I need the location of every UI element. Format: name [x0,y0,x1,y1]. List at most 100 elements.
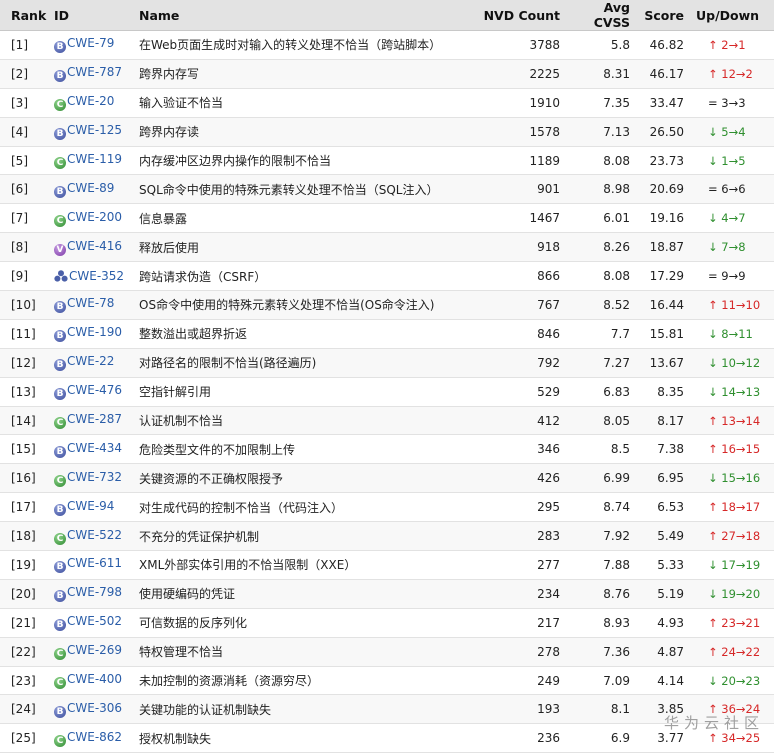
rank-change: ↑ 13→14 [708,413,761,428]
name-cell: 关键功能的认证机制缺失 [132,694,468,725]
class-weakness-icon: C [54,99,66,112]
table-row: [10] B CWE-78 OS命令中使用的特殊元素转义处理不恰当(OS命令注入) 76… [0,290,774,320]
cwe-id-link[interactable]: CWE-190 [67,325,122,339]
score-cell: 3.85 [638,694,690,725]
table-row: [13] B CWE-476 空指针解引用 529 6.83 8.35 ↓ 14→13 [0,377,774,407]
header-nvd-count[interactable]: NVD Count [468,0,566,31]
score-cell: 3.77 [638,723,690,753]
table-row: [24] B CWE-306 关键功能的认证机制缺失 193 8.1 3.85 ↑ 36→24 [0,694,774,725]
cwe-id-link[interactable]: CWE-787 [67,65,122,79]
name-cell: 空指针解引用 [132,377,468,407]
header-avg-cvss[interactable]: Avg CVSS [566,0,638,31]
header-up-down[interactable]: Up/Down [690,0,774,31]
cwe-id-link[interactable]: CWE-352 [69,269,124,283]
rank-cell: [23] [0,666,50,696]
cwe-id-cell: C CWE-119 [50,146,132,176]
name-cell: 在Web页面生成时对输入的转义处理不恰当（跨站脚本） [132,30,468,60]
rank-change: ↑ 12→2 [708,66,753,81]
score-cell: 5.19 [638,579,690,609]
cwe-id-link[interactable]: CWE-78 [67,296,114,310]
nvd-count-cell: 846 [468,319,566,349]
class-weakness-icon: C [54,677,66,690]
cwe-id-link[interactable]: CWE-269 [67,643,122,657]
rank-cell: [9] [0,261,50,292]
table-row: [16] C CWE-732 关键资源的不正确权限授予 426 6.99 6.95 ↓ 15→… [0,463,774,494]
cwe-id-link[interactable]: CWE-522 [67,528,122,542]
header-rank[interactable]: Rank [0,0,50,31]
base-weakness-icon: B [54,185,66,198]
rank-change: ↑ 2→1 [708,37,746,52]
rank-change: ↓ 19→20 [708,586,761,601]
cwe-id-link[interactable]: CWE-20 [67,94,114,108]
cwe-id-link[interactable]: CWE-862 [67,730,122,744]
header-id[interactable]: ID [50,0,132,31]
name-cell: OS命令中使用的特殊元素转义处理不恰当(OS命令注入) [132,290,468,320]
up-down-cell: ↑ 13→14 [690,406,774,436]
cwe-id-link[interactable]: CWE-125 [67,123,122,137]
cwe-id-link[interactable]: CWE-287 [67,412,122,426]
header-name[interactable]: Name [132,0,468,31]
cwe-id-link[interactable]: CWE-476 [67,383,122,397]
score-cell: 13.67 [638,348,690,378]
score-cell: 8.35 [638,377,690,407]
up-down-cell: ↓ 19→20 [690,579,774,609]
cwe-id-link[interactable]: CWE-611 [67,556,122,570]
cwe-id-link[interactable]: CWE-22 [67,354,114,368]
rank-change: ↓ 14→13 [708,384,761,399]
nvd-count-cell: 1189 [468,146,566,176]
cwe-id-cell: B CWE-476 [50,377,132,407]
cwe-id-link[interactable]: CWE-79 [67,36,114,50]
nvd-count-cell: 217 [468,608,566,638]
table-row: [25] C CWE-862 授权机制缺失 236 6.9 3.77 ↑ 34→25 [0,723,774,753]
base-weakness-icon: B [54,330,66,343]
cwe-id-link[interactable]: CWE-119 [67,152,122,166]
cwe-id-link[interactable]: CWE-306 [67,701,122,715]
rank-change: ↑ 24→22 [708,644,761,659]
nvd-count-cell: 277 [468,550,566,580]
name-cell: 输入验证不恰当 [132,88,468,118]
base-weakness-icon: B [54,561,66,574]
nvd-count-cell: 1578 [468,117,566,147]
name-cell: 对生成代码的控制不恰当（代码注入） [132,492,468,523]
cwe-id-cell: C CWE-20 [50,88,132,118]
avg-cvss-cell: 8.98 [566,174,638,205]
score-cell: 7.38 [638,434,690,465]
cwe-id-link[interactable]: CWE-400 [67,672,122,686]
table-row: [9] CWE-352 跨站请求伪造（CSRF） 866 8.08 17.29 = 9→9 [0,261,774,292]
up-down-cell: ↓ 17→19 [690,550,774,580]
table-body: [1] B CWE-79 在Web页面生成时对输入的转义处理不恰当（跨站脚本） 3788… [0,30,774,753]
name-cell: 授权机制缺失 [132,723,468,753]
score-cell: 5.33 [638,550,690,580]
name-cell: 跨站请求伪造（CSRF） [132,261,468,292]
cwe-id-cell: C CWE-400 [50,666,132,696]
up-down-cell: ↓ 15→16 [690,463,774,494]
cwe-id-link[interactable]: CWE-502 [67,614,122,628]
cwe-id-link[interactable]: CWE-200 [67,210,122,224]
cwe-id-link[interactable]: CWE-732 [67,470,122,484]
up-down-cell: ↑ 24→22 [690,637,774,667]
rank-cell: [5] [0,146,50,176]
table-row: [20] B CWE-798 使用硬编码的凭证 234 8.76 5.19 ↓ 19→20 [0,579,774,609]
avg-cvss-cell: 7.92 [566,521,638,552]
score-cell: 26.50 [638,117,690,147]
table-row: [18] C CWE-522 不充分的凭证保护机制 283 7.92 5.49 ↑ 27→18 [0,521,774,552]
up-down-cell: ↓ 7→8 [690,232,774,263]
table-row: [6] B CWE-89 SQL命令中使用的特殊元素转义处理不恰当（SQL注入） 901… [0,174,774,205]
cwe-id-cell: C CWE-862 [50,723,132,753]
cwe-id-link[interactable]: CWE-434 [67,441,122,455]
cwe-id-link[interactable]: CWE-89 [67,181,114,195]
avg-cvss-cell: 8.26 [566,232,638,263]
score-cell: 18.87 [638,232,690,263]
cwe-id-cell: B CWE-94 [50,492,132,523]
nvd-count-cell: 1467 [468,203,566,234]
score-cell: 33.47 [638,88,690,118]
up-down-cell: ↑ 2→1 [690,30,774,60]
cwe-id-link[interactable]: CWE-94 [67,499,114,513]
up-down-cell: ↓ 8→11 [690,319,774,349]
cwe-id-link[interactable]: CWE-416 [67,239,122,253]
rank-cell: [20] [0,579,50,609]
header-score[interactable]: Score [638,0,690,31]
rank-change: ↓ 15→16 [708,471,761,486]
cwe-id-link[interactable]: CWE-798 [67,585,122,599]
cwe-id-cell: B CWE-22 [50,348,132,378]
